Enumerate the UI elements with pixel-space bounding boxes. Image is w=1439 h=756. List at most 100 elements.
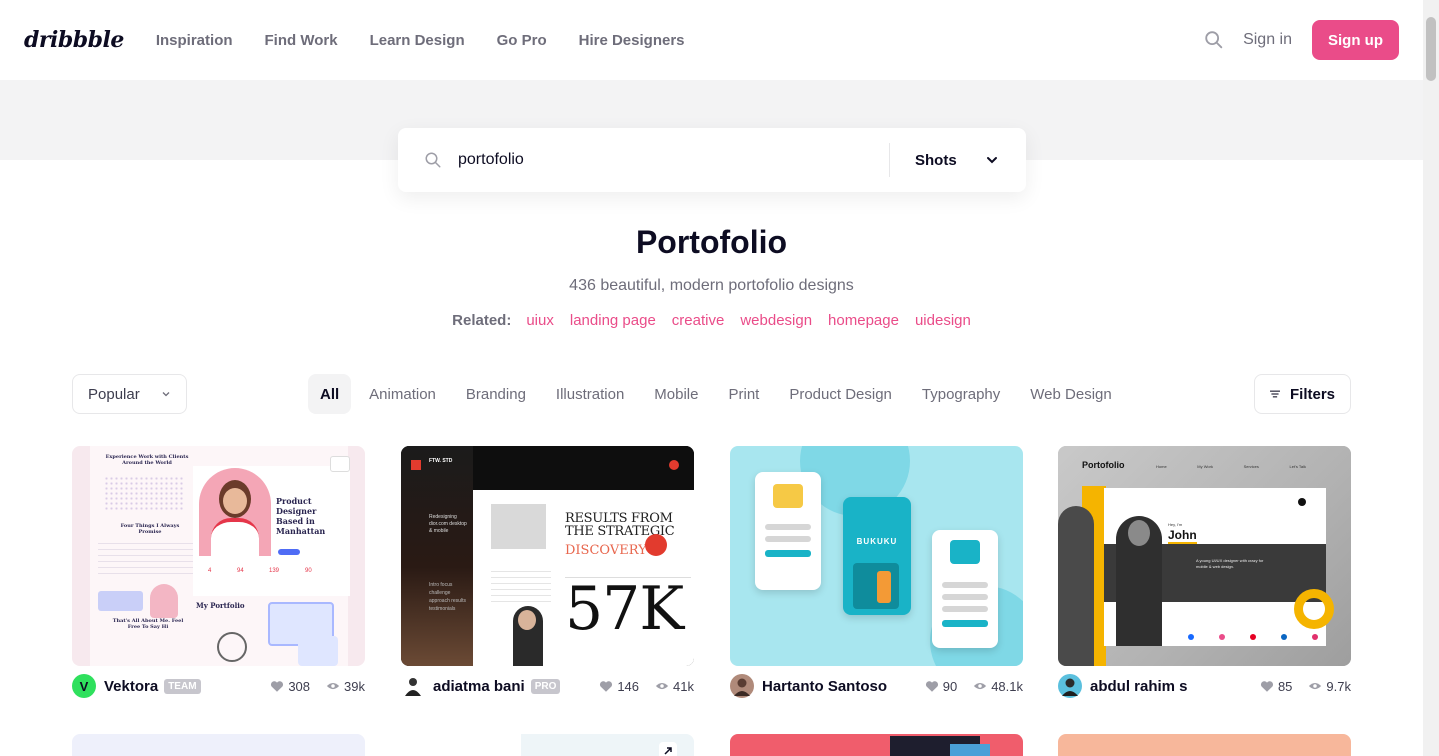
- sign-up-button[interactable]: Sign up: [1312, 20, 1399, 60]
- search-type-label: Shots: [915, 151, 957, 169]
- related-tag[interactable]: uiux: [526, 312, 554, 329]
- tab-illustration[interactable]: Illustration: [541, 374, 639, 414]
- designer-name[interactable]: adiatma bani: [433, 678, 525, 695]
- preview-section-title: Four Things I Always Promise: [120, 523, 180, 535]
- preview-sidebar: [401, 446, 473, 666]
- views-count: 39k: [344, 678, 365, 694]
- sort-dropdown[interactable]: Popular: [72, 374, 187, 414]
- page-title: Portofolio: [635, 224, 788, 260]
- dribbble-logo[interactable]: dribbble: [24, 27, 124, 53]
- nav-hire-designers[interactable]: Hire Designers: [579, 32, 685, 49]
- preview-field: [765, 524, 811, 530]
- avatar[interactable]: [401, 674, 425, 698]
- tab-mobile[interactable]: Mobile: [639, 374, 713, 414]
- views-count: 41k: [673, 678, 694, 694]
- nav-inspiration[interactable]: Inspiration: [156, 32, 233, 49]
- nav-learn-design[interactable]: Learn Design: [370, 32, 465, 49]
- preview-stat: 90: [305, 568, 312, 574]
- search-icon: [425, 152, 441, 168]
- preview-nav: Home My Work Services Let's Talk: [1156, 464, 1306, 469]
- preview-face: [518, 610, 536, 630]
- preview-field: [942, 606, 988, 612]
- preview-image: [950, 744, 990, 756]
- related-tag[interactable]: uidesign: [915, 312, 971, 329]
- preview-field: [942, 594, 988, 600]
- avatar-image: [734, 678, 750, 696]
- tab-animation[interactable]: Animation: [354, 374, 451, 414]
- nav-go-pro[interactable]: Go Pro: [497, 32, 547, 49]
- preview-screen: [298, 636, 338, 666]
- likes-count: 308: [288, 678, 311, 694]
- search-type-select[interactable]: Shots: [890, 152, 1026, 169]
- scrollbar-thumb[interactable]: [1426, 17, 1436, 81]
- shot-thumbnail[interactable]: [730, 734, 1023, 756]
- chevron-down-icon: [987, 157, 997, 164]
- external-link-icon[interactable]: [659, 742, 677, 756]
- tab-all[interactable]: All: [308, 374, 352, 414]
- tab-web-design[interactable]: Web Design: [1015, 374, 1126, 414]
- sign-in-link[interactable]: Sign in: [1243, 31, 1292, 49]
- tab-print[interactable]: Print: [713, 374, 774, 414]
- designer-name[interactable]: Vektora: [104, 678, 158, 695]
- shot-stats: 146 41k: [599, 679, 694, 694]
- search-icon[interactable]: [1203, 29, 1225, 51]
- views-count: 48.1k: [991, 678, 1023, 694]
- shot-thumbnail[interactable]: [1058, 734, 1351, 756]
- heart-icon[interactable]: [1260, 680, 1274, 693]
- preview-person-left: [1058, 506, 1094, 666]
- preview-description: A young UI/UX designer with crazy for mo…: [1196, 558, 1264, 569]
- shot-thumbnail[interactable]: [72, 734, 365, 756]
- tab-typography[interactable]: Typography: [907, 374, 1015, 414]
- shot-thumbnail[interactable]: FTW. STD Redesigning dior.com desktop & …: [401, 446, 694, 666]
- related-tag[interactable]: landing page: [570, 312, 656, 329]
- shot-stats: 85 9.7k: [1260, 679, 1351, 694]
- preview-nav-item: Let's Talk: [1289, 464, 1306, 469]
- heart-icon[interactable]: [925, 680, 939, 693]
- preview-product-title: Product Designer Based in Manhattan: [276, 496, 326, 536]
- preview-illustration: [773, 484, 803, 508]
- avatar[interactable]: [1058, 674, 1082, 698]
- avatar[interactable]: V: [72, 674, 96, 698]
- related-tag[interactable]: creative: [672, 312, 725, 329]
- shot-thumbnail[interactable]: Experience Work with Clients Around the …: [72, 446, 365, 666]
- heart-icon[interactable]: [270, 680, 284, 693]
- preview-portrait: [199, 468, 271, 556]
- heart-icon[interactable]: [599, 680, 613, 693]
- preview-stat: 4: [208, 568, 212, 574]
- preview-search-dot: [1298, 498, 1306, 506]
- preview-text-lines: [491, 566, 551, 606]
- search-input[interactable]: portofolio: [458, 151, 889, 169]
- shot-thumbnail[interactable]: [401, 734, 694, 756]
- shot-stats: 308 39k: [270, 679, 365, 694]
- designer-name[interactable]: abdul rahim s: [1090, 678, 1188, 695]
- filters-button[interactable]: Filters: [1254, 374, 1351, 414]
- preview-illustration: [950, 540, 980, 564]
- likes-count: 90: [942, 678, 958, 694]
- vertical-scrollbar[interactable]: [1423, 0, 1439, 756]
- preview-brand: Portofolio: [1082, 460, 1125, 470]
- preview-text-lines: [98, 538, 193, 578]
- tab-product-design[interactable]: Product Design: [774, 374, 907, 414]
- preview-nav-item: My Work: [1197, 464, 1213, 469]
- designer-name[interactable]: Hartanto Santoso: [762, 678, 887, 695]
- preview-portfolio-title: My Portfolio: [196, 601, 245, 610]
- preview-stat: 139: [269, 568, 280, 574]
- preview-field: [942, 582, 988, 588]
- behance-icon: [1188, 634, 1194, 640]
- shot-stats: 90 48.1k: [925, 679, 1023, 694]
- preview-figure: [150, 584, 178, 618]
- shot-thumbnail[interactable]: BUKUKU: [730, 446, 1023, 666]
- avatar[interactable]: [730, 674, 754, 698]
- preview-phone: [932, 530, 998, 648]
- preview-nav-item: Services: [1243, 464, 1259, 469]
- related-tag[interactable]: webdesign: [740, 312, 812, 329]
- preview-heading: Experience Work with Clients Around the …: [105, 454, 189, 466]
- related-label: Related:: [452, 312, 512, 329]
- related-tag[interactable]: homepage: [828, 312, 899, 329]
- tab-branding[interactable]: Branding: [451, 374, 541, 414]
- shot-thumbnail[interactable]: Portofolio Home My Work Services Let's T…: [1058, 446, 1351, 666]
- preview-phone: [755, 472, 821, 590]
- top-navigation: dribbble Inspiration Find Work Learn Des…: [0, 0, 1423, 80]
- nav-find-work[interactable]: Find Work: [265, 32, 338, 49]
- main-nav: Inspiration Find Work Learn Design Go Pr…: [156, 32, 685, 49]
